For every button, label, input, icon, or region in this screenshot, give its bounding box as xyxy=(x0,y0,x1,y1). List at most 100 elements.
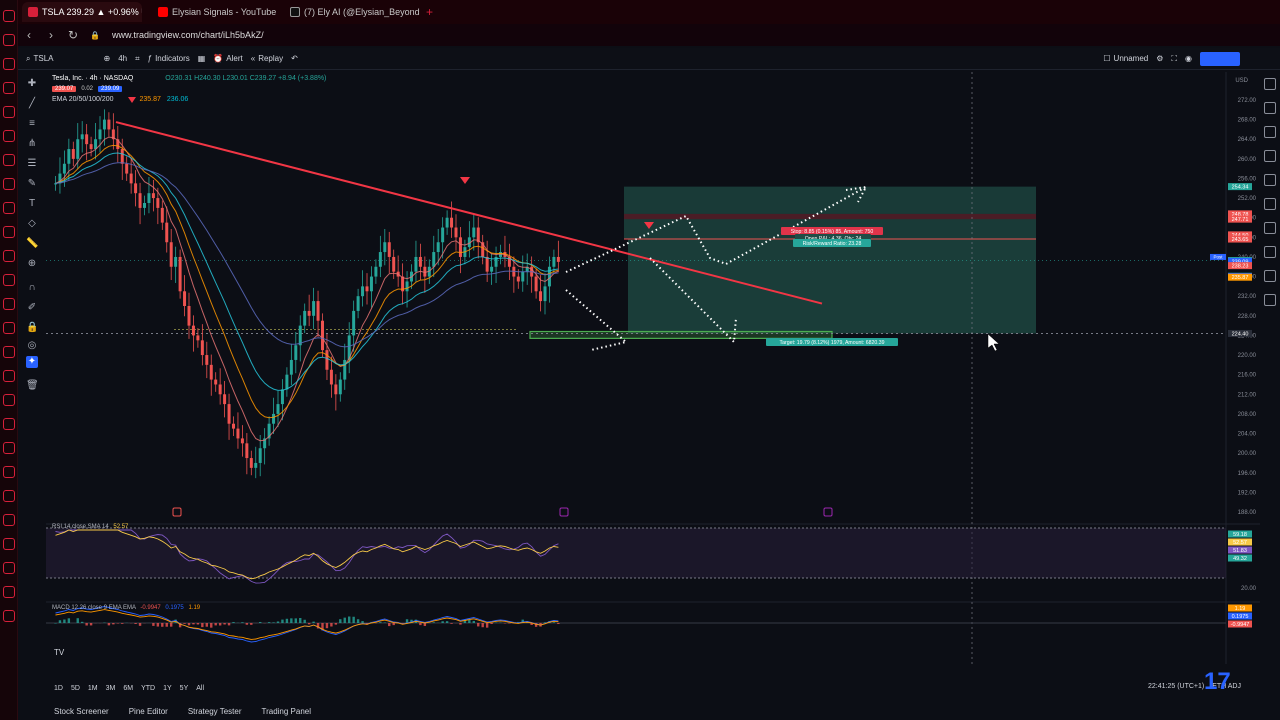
brush-icon[interactable]: ✎ xyxy=(26,178,38,190)
os-app-icon[interactable] xyxy=(3,178,15,190)
reload-icon[interactable]: ↻ xyxy=(62,28,84,42)
os-app-icon[interactable] xyxy=(3,322,15,334)
os-app-icon[interactable] xyxy=(3,346,15,358)
range-ytd[interactable]: YTD xyxy=(141,685,155,692)
candle[interactable] xyxy=(334,384,338,395)
candle[interactable] xyxy=(552,256,556,267)
candle[interactable] xyxy=(329,369,333,385)
candle[interactable] xyxy=(165,222,169,243)
candle[interactable] xyxy=(289,359,293,375)
candle[interactable] xyxy=(405,281,409,292)
range-5d[interactable]: 5D xyxy=(71,685,80,692)
candle[interactable] xyxy=(276,404,280,414)
candle[interactable] xyxy=(458,237,462,257)
candle[interactable] xyxy=(183,291,187,306)
candle[interactable] xyxy=(556,256,560,262)
chat-icon[interactable] xyxy=(1264,246,1276,258)
templates-icon[interactable]: ▦ xyxy=(198,54,206,63)
candle[interactable] xyxy=(209,364,213,380)
candle[interactable] xyxy=(485,256,489,272)
candle[interactable] xyxy=(285,374,289,390)
os-app-icon[interactable] xyxy=(3,514,15,526)
candle[interactable] xyxy=(254,462,258,468)
candle[interactable] xyxy=(378,252,382,267)
candle[interactable] xyxy=(312,301,316,316)
candle[interactable] xyxy=(454,227,458,238)
favorite-tools-icon[interactable]: ✦ xyxy=(26,356,38,368)
rsi-legend[interactable]: RSI 14 close SMA 14 52.57 xyxy=(52,524,128,530)
candle[interactable] xyxy=(280,389,284,405)
candle[interactable] xyxy=(521,271,525,282)
candle[interactable] xyxy=(134,183,138,194)
candle[interactable] xyxy=(245,443,249,459)
candle[interactable] xyxy=(307,310,311,316)
candle[interactable] xyxy=(418,256,422,267)
candle[interactable] xyxy=(94,139,98,150)
buy-button[interactable]: 239.09 xyxy=(97,86,123,92)
candle[interactable] xyxy=(325,350,329,370)
os-app-icon[interactable] xyxy=(3,442,15,454)
bottom-tab-stock-screener[interactable]: Stock Screener xyxy=(54,707,109,716)
candle[interactable] xyxy=(125,163,129,174)
notifications-icon[interactable] xyxy=(1264,270,1276,282)
candle[interactable] xyxy=(214,379,218,385)
candle[interactable] xyxy=(445,217,449,228)
candle[interactable] xyxy=(534,276,538,292)
pitchfork-icon[interactable]: ⋔ xyxy=(26,138,38,150)
data-window-icon[interactable] xyxy=(1264,126,1276,138)
candle[interactable] xyxy=(450,217,454,228)
os-app-icon[interactable] xyxy=(3,130,15,142)
forward-icon[interactable]: › xyxy=(40,28,62,42)
alert-button[interactable]: ⏰ Alert xyxy=(213,54,242,63)
os-app-icon[interactable] xyxy=(3,370,15,382)
candle[interactable] xyxy=(374,266,378,277)
candle[interactable] xyxy=(191,325,195,336)
candle[interactable] xyxy=(383,242,387,253)
browser-tab-youtube[interactable]: Elysian Signals - YouTube ✕ xyxy=(152,2,278,22)
magnet-icon[interactable]: ∩ xyxy=(26,282,38,294)
sell-button[interactable]: 239.07 xyxy=(52,86,77,92)
os-app-icon[interactable] xyxy=(3,298,15,310)
candle[interactable] xyxy=(236,428,240,439)
range-5y[interactable]: 5Y xyxy=(180,685,189,692)
horizontal-lines-icon[interactable]: ≡ xyxy=(26,118,38,130)
candle[interactable] xyxy=(67,149,71,164)
candle[interactable] xyxy=(272,413,276,424)
candle[interactable] xyxy=(240,438,244,444)
pencil-lock-icon[interactable]: ✐ xyxy=(26,302,38,314)
browser-tab-tsla[interactable]: TSLA 239.29 ▲ +0.96% Un ✕ xyxy=(22,2,142,22)
os-app-icon[interactable] xyxy=(3,538,15,550)
event-marker-icon[interactable] xyxy=(823,507,833,517)
os-app-icon[interactable] xyxy=(3,394,15,406)
candle[interactable] xyxy=(178,256,182,292)
candle[interactable] xyxy=(71,149,75,159)
candle[interactable] xyxy=(249,458,253,468)
os-app-icon[interactable] xyxy=(3,226,15,238)
publish-button[interactable] xyxy=(1200,51,1240,66)
symbol-search[interactable]: ⌕ TSLA xyxy=(26,54,54,64)
price-chart[interactable]: 272.00268.00264.00260.00256.00252.00248.… xyxy=(46,72,1260,664)
candle[interactable] xyxy=(102,119,106,130)
settings-icon[interactable]: ⚙ xyxy=(1156,54,1163,63)
trend-line-icon[interactable]: ╱ xyxy=(26,98,38,110)
text-icon[interactable]: T xyxy=(26,198,38,210)
os-app-icon[interactable] xyxy=(3,490,15,502)
camera-icon[interactable]: ◉ xyxy=(1185,54,1192,63)
candle[interactable] xyxy=(365,286,369,292)
ruler-icon[interactable]: 📏 xyxy=(26,238,38,250)
eye-icon[interactable]: ◎ xyxy=(26,340,38,352)
candle[interactable] xyxy=(151,193,155,199)
range-all[interactable]: All xyxy=(196,685,204,692)
os-app-icon[interactable] xyxy=(3,34,15,46)
candle[interactable] xyxy=(352,310,356,336)
os-app-icon[interactable] xyxy=(3,466,15,478)
candle[interactable] xyxy=(187,306,191,326)
candle[interactable] xyxy=(223,394,227,405)
candle[interactable] xyxy=(303,310,307,326)
candle[interactable] xyxy=(200,340,204,356)
os-app-icon[interactable] xyxy=(3,274,15,286)
alerts-panel-icon[interactable] xyxy=(1264,102,1276,114)
layout-button[interactable]: ☐ Unnamed xyxy=(1103,54,1148,63)
candle[interactable] xyxy=(516,276,520,282)
os-app-icon[interactable] xyxy=(3,106,15,118)
